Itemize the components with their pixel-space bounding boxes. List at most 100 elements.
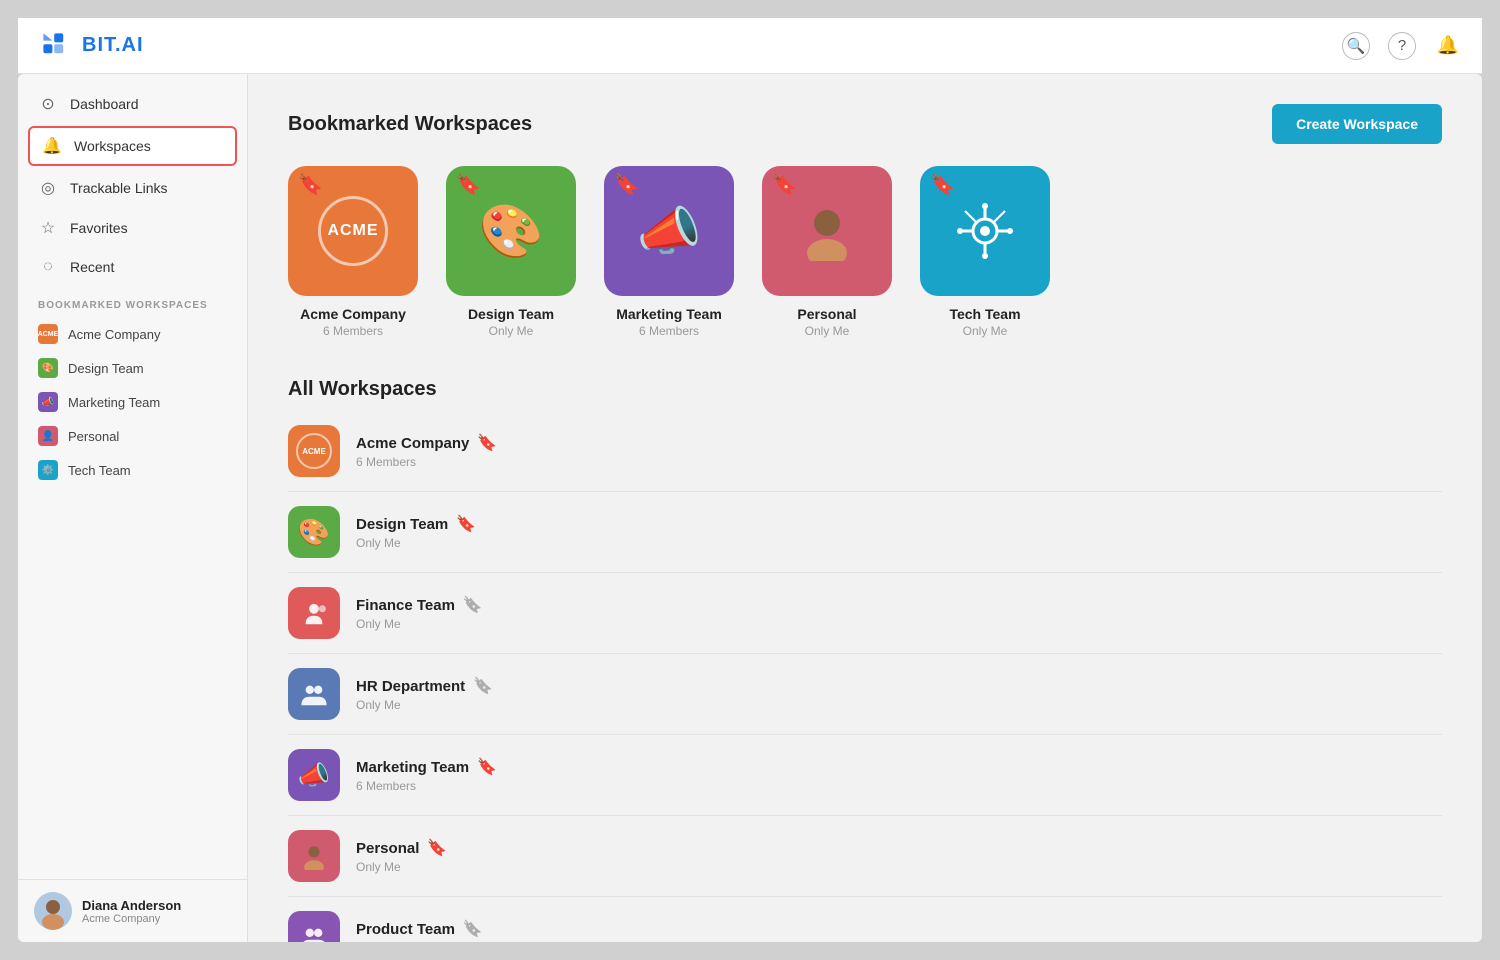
list-icon-acme: ACME xyxy=(288,425,340,477)
list-info-acme: Acme Company 🔖 6 Members xyxy=(356,433,1442,469)
bookmark-icon-hr[interactable]: 🔖 xyxy=(473,676,493,696)
list-info-product: Product Team 🔖 Only Me xyxy=(356,919,1442,942)
card-name-acme: Acme Company xyxy=(300,306,406,322)
sidebar-ws-icon-personal: 👤 xyxy=(38,426,58,446)
sidebar-ws-personal[interactable]: 👤 Personal xyxy=(18,419,247,453)
logo-ai: .AI xyxy=(115,34,144,56)
user-name: Diana Anderson xyxy=(82,898,181,913)
bookmarked-section-label: BOOKMARKED WORKSPACES xyxy=(18,286,247,317)
bookmark-icon-finance[interactable]: 🔖 xyxy=(463,595,483,615)
list-info-design: Design Team 🔖 Only Me xyxy=(356,514,1442,550)
list-icon-design: 🎨 xyxy=(288,506,340,558)
avatar xyxy=(34,892,72,930)
list-info-marketing: Marketing Team 🔖 6 Members xyxy=(356,757,1442,793)
list-item-personal[interactable]: Personal 🔖 Only Me xyxy=(288,816,1442,897)
list-item-product[interactable]: Product Team 🔖 Only Me xyxy=(288,897,1442,942)
bookmark-icon-design[interactable]: 🔖 xyxy=(456,514,476,534)
product-icon-svg xyxy=(300,923,328,942)
top-bar-icons: 🔍 ? 🔔 xyxy=(1342,32,1462,60)
list-name-hr: HR Department 🔖 xyxy=(356,676,1442,696)
personal-avatar-svg xyxy=(797,201,857,261)
sidebar: ⊙ Dashboard 🔔 Workspaces ◎ Trackable Lin… xyxy=(18,74,248,942)
sidebar-ws-icon-acme: ACME xyxy=(38,324,58,344)
search-icon[interactable]: 🔍 xyxy=(1342,32,1370,60)
card-sub-personal: Only Me xyxy=(805,324,850,338)
list-item-finance[interactable]: Finance Team 🔖 Only Me xyxy=(288,573,1442,654)
list-sub-personal: Only Me xyxy=(356,860,1442,874)
finance-icon-svg xyxy=(300,599,328,627)
list-item-design[interactable]: 🎨 Design Team 🔖 Only Me xyxy=(288,492,1442,573)
sidebar-ws-icon-design: 🎨 xyxy=(38,358,58,378)
sidebar-item-dashboard[interactable]: ⊙ Dashboard xyxy=(18,84,247,124)
sidebar-item-favorites[interactable]: ☆ Favorites xyxy=(18,208,247,248)
sidebar-item-trackable-links[interactable]: ◎ Trackable Links xyxy=(18,168,247,208)
sidebar-ws-design[interactable]: 🎨 Design Team xyxy=(18,351,247,385)
create-workspace-button[interactable]: Create Workspace xyxy=(1272,104,1442,144)
list-name-finance: Finance Team 🔖 xyxy=(356,595,1442,615)
bookmark-flag-design: 🔖 xyxy=(456,172,481,197)
bookmark-icon-personal[interactable]: 🔖 xyxy=(427,838,447,858)
logo-bit: BIT xyxy=(82,34,115,56)
sidebar-item-recent[interactable]: ◌ Recent xyxy=(18,248,247,286)
sidebar-user[interactable]: Diana Anderson Acme Company xyxy=(18,879,247,942)
list-item-acme[interactable]: ACME Acme Company 🔖 6 Members xyxy=(288,411,1442,492)
list-item-hr[interactable]: HR Department 🔖 Only Me xyxy=(288,654,1442,735)
sidebar-ws-icon-tech: ⚙️ xyxy=(38,460,58,480)
list-name-design: Design Team 🔖 xyxy=(356,514,1442,534)
all-workspaces-section: All Workspaces ACME Acme Company 🔖 6 Mem… xyxy=(288,378,1442,942)
card-icon-tech: 🔖 xyxy=(920,166,1050,296)
list-sub-product: Only Me xyxy=(356,941,1442,942)
card-personal[interactable]: 🔖 Personal Only Me xyxy=(762,166,892,338)
sidebar-ws-label-acme: Acme Company xyxy=(68,327,160,342)
list-sub-hr: Only Me xyxy=(356,698,1442,712)
bookmarked-title: Bookmarked Workspaces xyxy=(288,113,532,136)
sidebar-item-label-workspaces: Workspaces xyxy=(74,138,151,154)
bookmark-icon-product[interactable]: 🔖 xyxy=(463,919,483,939)
sidebar-ws-acme[interactable]: ACME Acme Company xyxy=(18,317,247,351)
list-info-hr: HR Department 🔖 Only Me xyxy=(356,676,1442,712)
logo-icon xyxy=(38,28,74,64)
list-info-finance: Finance Team 🔖 Only Me xyxy=(356,595,1442,631)
card-marketing[interactable]: 🔖 📣 Marketing Team 6 Members xyxy=(604,166,734,338)
card-sub-design: Only Me xyxy=(489,324,534,338)
list-name-personal: Personal 🔖 xyxy=(356,838,1442,858)
card-sub-marketing: 6 Members xyxy=(639,324,699,338)
card-sub-acme: 6 Members xyxy=(323,324,383,338)
list-icon-personal xyxy=(288,830,340,882)
sidebar-item-workspaces[interactable]: 🔔 Workspaces xyxy=(28,126,237,166)
avatar-info: Diana Anderson Acme Company xyxy=(82,898,181,925)
sidebar-ws-label-personal: Personal xyxy=(68,429,119,444)
bookmark-icon-acme[interactable]: 🔖 xyxy=(477,433,497,453)
card-name-marketing: Marketing Team xyxy=(616,306,722,322)
card-tech[interactable]: 🔖 xyxy=(920,166,1050,338)
sidebar-ws-marketing[interactable]: 📣 Marketing Team xyxy=(18,385,247,419)
sidebar-item-label-favorites: Favorites xyxy=(70,220,128,236)
list-info-personal: Personal 🔖 Only Me xyxy=(356,838,1442,874)
bell-icon[interactable]: 🔔 xyxy=(1434,32,1462,60)
bookmark-icon-marketing[interactable]: 🔖 xyxy=(477,757,497,777)
top-bar: BIT.AI 🔍 ? 🔔 xyxy=(18,18,1482,74)
avatar-svg xyxy=(34,892,72,930)
sidebar-ws-label-design: Design Team xyxy=(68,361,144,376)
list-item-marketing[interactable]: 📣 Marketing Team 🔖 6 Members xyxy=(288,735,1442,816)
bookmark-flag-tech: 🔖 xyxy=(930,172,955,197)
card-icon-design: 🔖 🎨 xyxy=(446,166,576,296)
list-name-product: Product Team 🔖 xyxy=(356,919,1442,939)
help-icon[interactable]: ? xyxy=(1388,32,1416,60)
list-icon-hr xyxy=(288,668,340,720)
bookmark-flag-personal: 🔖 xyxy=(772,172,797,197)
list-icon-product xyxy=(288,911,340,942)
card-name-tech: Tech Team xyxy=(949,306,1020,322)
logo: BIT.AI xyxy=(38,28,144,64)
dashboard-icon: ⊙ xyxy=(38,94,58,114)
sidebar-ws-tech[interactable]: ⚙️ Tech Team xyxy=(18,453,247,487)
card-design[interactable]: 🔖 🎨 Design Team Only Me xyxy=(446,166,576,338)
sidebar-item-label-dashboard: Dashboard xyxy=(70,96,139,112)
sidebar-item-label-recent: Recent xyxy=(70,259,114,275)
tech-circuit-svg xyxy=(955,201,1015,261)
sidebar-nav: ⊙ Dashboard 🔔 Workspaces ◎ Trackable Lin… xyxy=(18,74,247,879)
list-sub-design: Only Me xyxy=(356,536,1442,550)
list-name-marketing: Marketing Team 🔖 xyxy=(356,757,1442,777)
all-workspaces-title: All Workspaces xyxy=(288,378,1442,401)
card-acme[interactable]: 🔖 ACME Acme Company 6 Members xyxy=(288,166,418,338)
